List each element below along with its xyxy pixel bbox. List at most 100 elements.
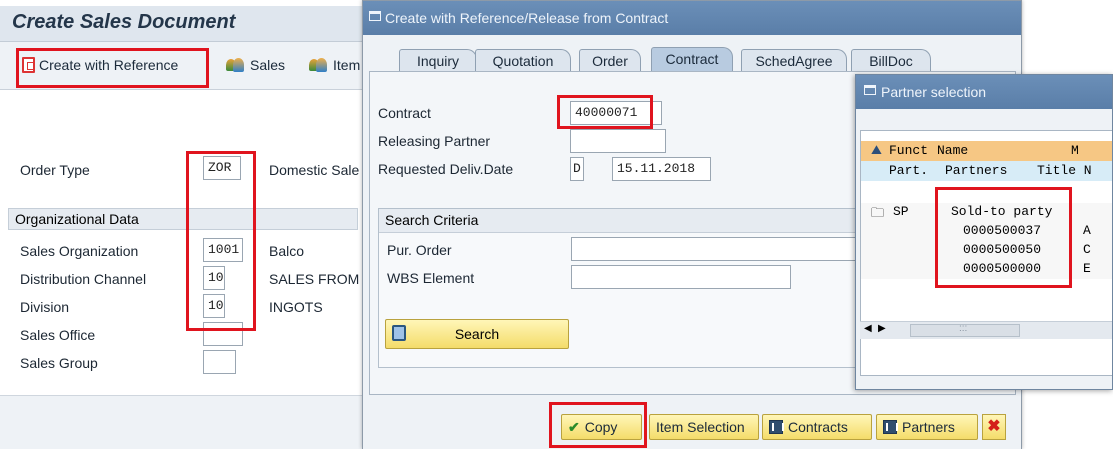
item-label: Item: [333, 57, 361, 73]
scroll-grip: :::: [959, 323, 968, 334]
date-format-field[interactable]: D: [570, 157, 584, 181]
releasing-partner-label: Releasing Partner: [378, 133, 491, 149]
org-data-section: Organizational Data: [8, 208, 358, 230]
item-selection-label: Item Selection: [656, 419, 745, 435]
search-criteria-box: Search Criteria Pur. Order WBS Element S…: [378, 208, 858, 368]
partner-number: 0000500037: [963, 223, 1042, 238]
tab-order[interactable]: Order: [579, 49, 641, 73]
create-reference-icon: [22, 57, 35, 73]
cancel-button[interactable]: ✖: [982, 414, 1006, 440]
wbs-element-field[interactable]: [571, 265, 791, 289]
releasing-partner-field[interactable]: [570, 129, 666, 153]
tab-contract[interactable]: Contract: [651, 47, 733, 74]
order-type-field[interactable]: ZOR: [203, 156, 241, 180]
partner-grid: ⛰ Funct Name M Part. Partners Title N 🗀 …: [860, 130, 1112, 376]
sales-org-field[interactable]: 1001: [203, 238, 243, 262]
sales-group-label: Sales Group: [20, 355, 98, 371]
tab-billdoc[interactable]: BillDoc: [851, 49, 931, 73]
partner-title: E: [1083, 261, 1091, 276]
copy-label: Copy: [584, 419, 618, 435]
req-deliv-date-field[interactable]: 15.11.2018: [612, 157, 711, 181]
partner-dialog-titlebar: Partner selection: [856, 75, 1112, 109]
group-name: Sold-to party: [951, 204, 1053, 219]
division-label: Division: [20, 299, 70, 315]
table-row[interactable]: 0000500050 C: [861, 241, 1112, 260]
search-criteria-heading: Search Criteria: [385, 212, 479, 228]
tab-schedagree[interactable]: SchedAgree: [741, 49, 847, 73]
partners-label: Partners: [902, 419, 955, 435]
dist-channel-label: Distribution Channel: [20, 271, 147, 287]
col-m: M: [1071, 143, 1079, 158]
contracts-button[interactable]: Contracts: [762, 414, 872, 440]
page-title-bar: Create Sales Document: [0, 6, 362, 42]
partner-number: 0000500050: [963, 242, 1042, 257]
sales-button[interactable]: Sales: [224, 52, 285, 78]
partner-number: 0000500000: [963, 261, 1042, 276]
window-icon: [864, 85, 876, 95]
tab-inquiry[interactable]: Inquiry: [399, 49, 477, 73]
order-type-label: Order Type: [20, 162, 90, 178]
table-row[interactable]: 0000500037 A: [861, 222, 1112, 241]
window-icon: [369, 11, 381, 21]
col-name: Name: [937, 143, 969, 158]
sap-screen: Create Sales Document Create with Refere…: [0, 0, 1113, 449]
sales-org-label: Sales Organization: [20, 243, 139, 259]
sales-office-label: Sales Office: [20, 327, 96, 343]
partner-title: A: [1083, 223, 1091, 238]
sales-office-field[interactable]: [203, 322, 243, 346]
search-button-label: Search: [454, 326, 500, 342]
pur-order-field[interactable]: [571, 237, 857, 261]
page-title: Create Sales Document: [12, 11, 236, 33]
partner-title: C: [1083, 242, 1091, 257]
horizontal-scrollbar[interactable]: ◀ ▶ :::: [860, 321, 1112, 339]
group-code: SP: [893, 204, 909, 219]
checkmark-icon: ✔: [568, 418, 580, 435]
create-with-reference-button[interactable]: Create with Reference: [22, 52, 178, 78]
partners-button[interactable]: Partners: [876, 414, 978, 440]
ref-tabs: Inquiry Quotation Order Contract SchedAg…: [363, 35, 1021, 74]
copy-button[interactable]: ✔ Copy: [561, 414, 642, 440]
contracts-label: Contracts: [788, 419, 848, 435]
table-row[interactable]: 0000500000 E: [861, 260, 1112, 279]
scroll-thumb[interactable]: :::: [910, 323, 1020, 337]
partner-group-row[interactable]: 🗀 SP Sold-to party: [861, 203, 1112, 222]
item-icon: [307, 57, 329, 73]
item-selection-button[interactable]: Item Selection: [649, 414, 759, 440]
search-criteria-header: Search Criteria: [379, 209, 857, 233]
partner-header-row-2: Part. Partners Title N: [861, 161, 1112, 181]
contract-label: Contract: [378, 105, 431, 121]
scroll-left-icon[interactable]: ◀: [864, 323, 872, 334]
tab-quotation[interactable]: Quotation: [475, 49, 571, 73]
col-part: Part.: [889, 163, 929, 178]
sales-group-field[interactable]: [203, 350, 236, 374]
partner-dialog-title: Partner selection: [881, 84, 987, 100]
org-data-heading: Organizational Data: [15, 211, 139, 227]
pur-order-label: Pur. Order: [387, 242, 452, 258]
search-button[interactable]: Search: [385, 319, 569, 349]
sales-icon: [224, 57, 246, 73]
list-icon: [769, 420, 784, 434]
scroll-right-icon[interactable]: ▶: [878, 323, 886, 334]
col-funct: Funct: [889, 143, 929, 158]
item-button[interactable]: Item: [307, 52, 360, 78]
contract-field[interactable]: 40000071: [570, 101, 662, 125]
division-field[interactable]: 10: [203, 294, 225, 318]
col-title: Title N: [1037, 163, 1092, 178]
col-partners: Partners: [945, 163, 1008, 178]
req-deliv-date-label: Requested Deliv.Date: [378, 161, 514, 177]
dist-channel-description: SALES FROM: [269, 271, 360, 287]
sales-org-description: Balco: [269, 243, 305, 259]
list-icon: [883, 420, 898, 434]
wbs-element-label: WBS Element: [387, 270, 475, 286]
create-with-reference-label: Create with Reference: [39, 57, 179, 73]
sales-label: Sales: [250, 57, 286, 73]
expand-all-icon[interactable]: ⛰: [871, 143, 882, 158]
close-icon: ✖: [987, 418, 1001, 435]
main-toolbar: Create with Reference Sales Item: [0, 42, 362, 90]
order-type-description: Domestic Sale: [269, 162, 360, 178]
dist-channel-field[interactable]: 10: [203, 266, 225, 290]
main-status-area: [0, 395, 362, 449]
ref-dialog-titlebar: Create with Reference/Release from Contr…: [363, 1, 1021, 35]
partner-selection-dialog: Partner selection ⛰ Funct Name M Part. P…: [855, 74, 1113, 390]
ref-dialog-title: Create with Reference/Release from Contr…: [385, 10, 669, 26]
